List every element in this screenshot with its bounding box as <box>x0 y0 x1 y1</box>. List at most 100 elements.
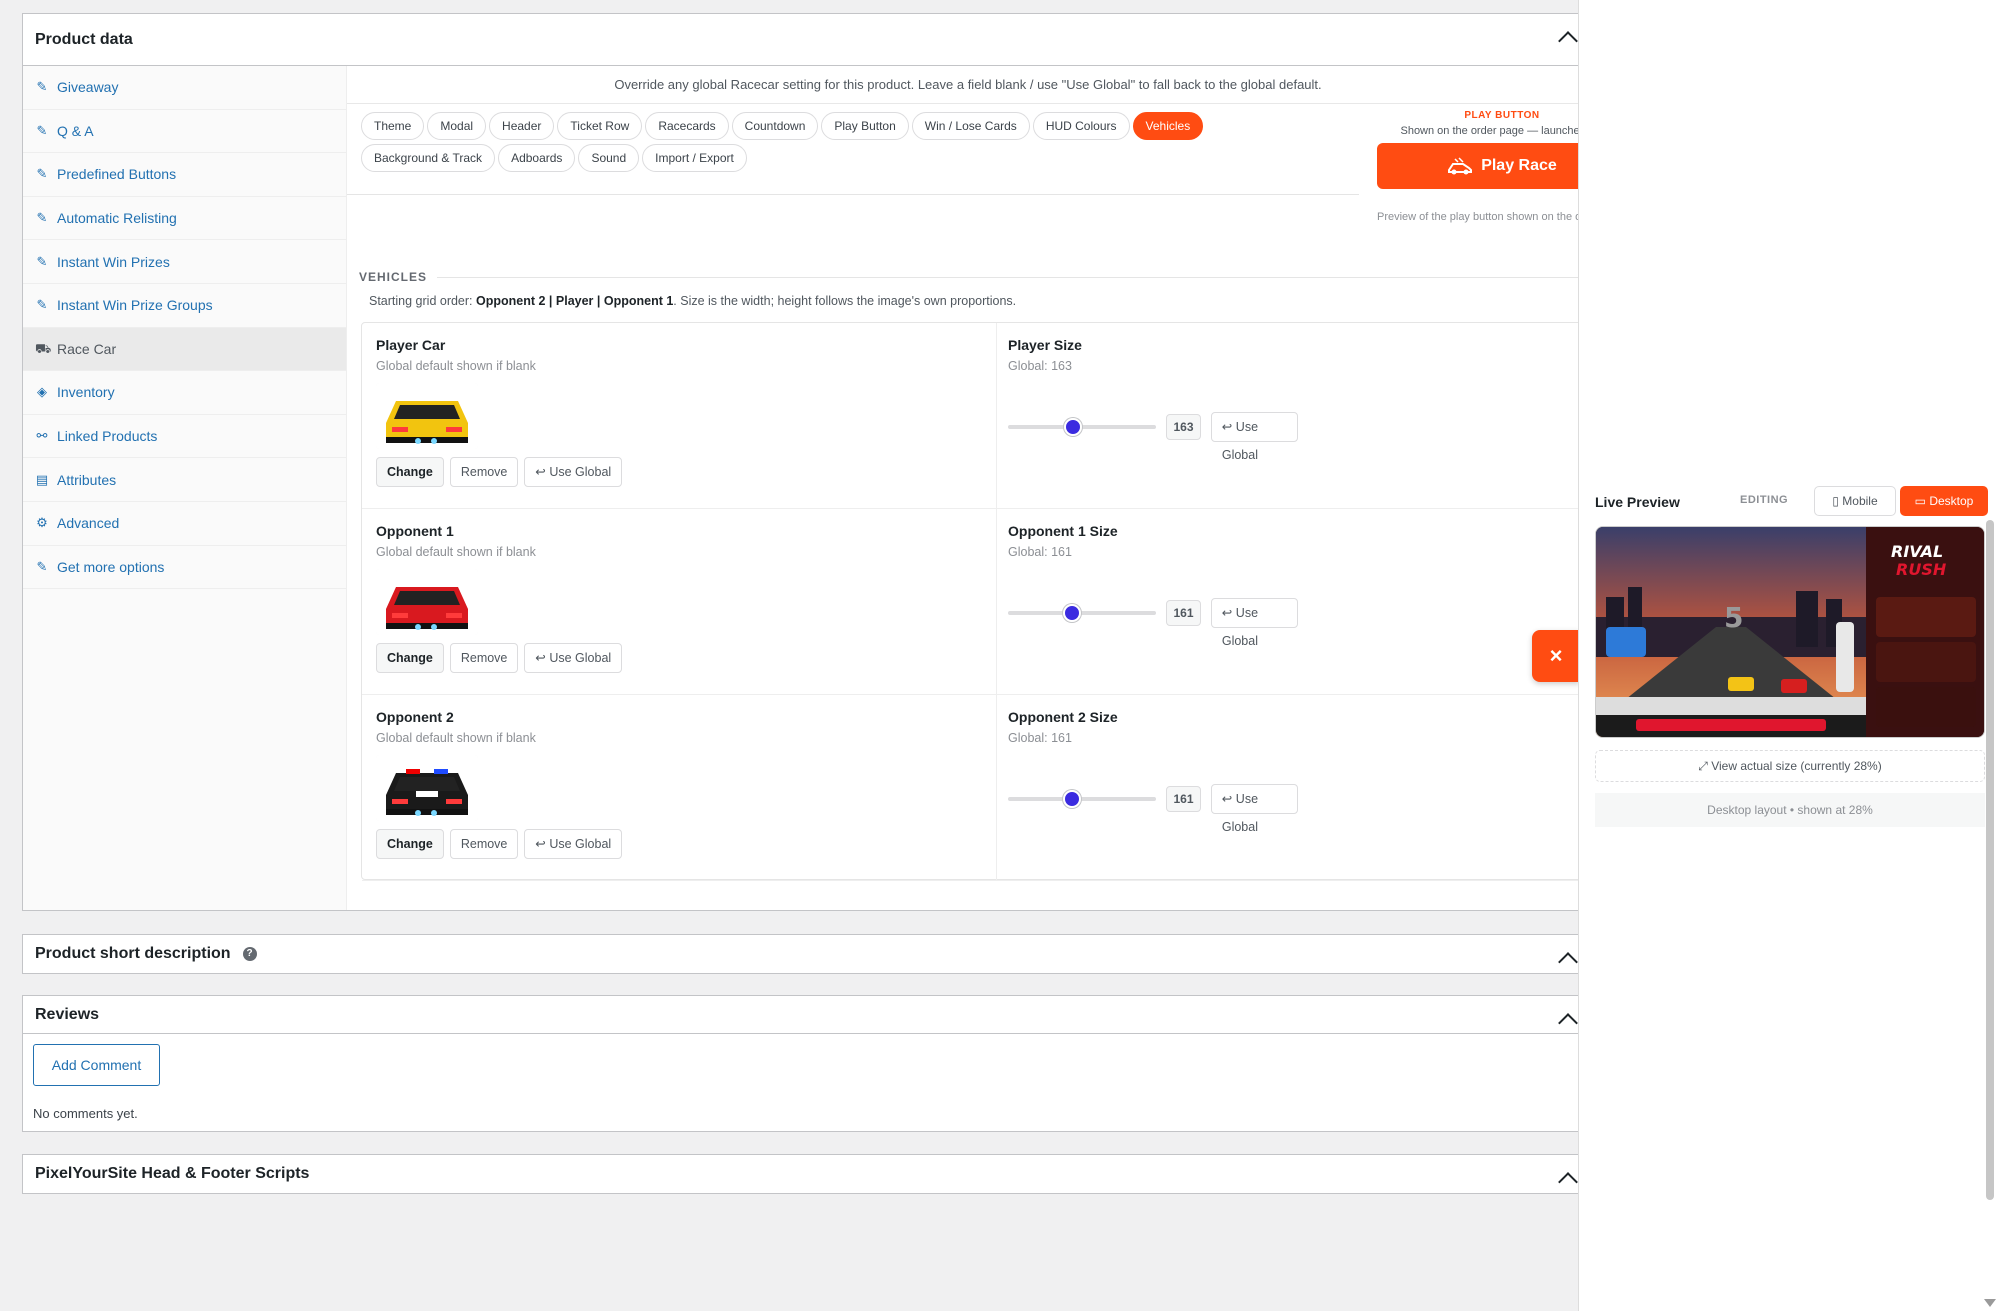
size-value[interactable]: 161 <box>1166 786 1201 812</box>
column-divider <box>996 323 997 508</box>
settings-tabs: Theme Modal Header Ticket Row Racecards Count… <box>361 112 1321 176</box>
size-global: Global: 161 <box>1008 731 1072 745</box>
sidebar-item-instant-win-prize-groups[interactable]: ✎ Instant Win Prize Groups <box>23 284 346 328</box>
scroll-down-icon[interactable] <box>1984 1299 1996 1307</box>
tab-vehicles[interactable]: Vehicles <box>1132 112 1204 140</box>
sidebar-item-label: Instant Win Prize Groups <box>57 297 213 314</box>
change-image-button[interactable]: Change <box>376 643 444 673</box>
change-image-button[interactable]: Change <box>376 829 444 859</box>
size-global: Global: 163 <box>1008 359 1072 373</box>
close-preview-button[interactable]: × <box>1532 630 1580 682</box>
remove-image-button[interactable]: Remove <box>449 643 519 673</box>
short-description-header[interactable]: Product short description ? <box>23 935 1589 973</box>
sidebar-item-giveaway[interactable]: ✎ Giveaway <box>23 66 346 110</box>
vehicle-label: Opponent 1 <box>376 523 454 539</box>
tab-ticket-row[interactable]: Ticket Row <box>557 112 643 140</box>
tab-racecards[interactable]: Racecards <box>645 112 729 140</box>
size-value[interactable]: 161 <box>1166 600 1201 626</box>
use-global-size-button[interactable]: ↩ Use Global <box>1210 598 1299 648</box>
slider-track[interactable] <box>1008 418 1157 436</box>
tab-modal[interactable]: Modal <box>427 112 487 140</box>
collapse-chevron-icon[interactable] <box>1558 31 1578 51</box>
slider-knob[interactable] <box>1062 790 1081 808</box>
use-global-size-button[interactable]: ↩ Use Global <box>1210 784 1299 834</box>
product-data-panel: Product data ✎ Giveaway ✎ Q & A ✎ Predefined … <box>22 13 1641 911</box>
sidebar-item-label: Race Car <box>57 340 117 357</box>
game-preview-image[interactable]: RIVAL RUSH 5 <box>1595 526 1985 738</box>
reviews-title: Reviews <box>35 1005 100 1023</box>
slider-track[interactable] <box>1008 790 1157 808</box>
prize-icon: ✎ <box>36 253 48 269</box>
sidebar-item-label: Inventory <box>57 384 115 401</box>
desktop-toggle[interactable]: ▭ Desktop <box>1900 486 1988 516</box>
tab-theme[interactable]: Theme <box>361 112 425 140</box>
tab-play-button[interactable]: Play Button <box>821 112 909 140</box>
sidebar-item-label: Giveaway <box>57 79 119 96</box>
section-divider <box>437 277 1637 278</box>
sidebar-item-get-more-options[interactable]: ✎ Get more options <box>23 546 346 590</box>
collapse-chevron-icon[interactable] <box>1558 952 1578 972</box>
vehicles-section-title: VEHICLES <box>359 270 428 284</box>
sidebar-item-predefined-buttons[interactable]: ✎ Predefined Buttons <box>23 153 346 197</box>
product-data-title: Product data <box>35 30 133 48</box>
tab-sound[interactable]: Sound <box>578 144 640 172</box>
sidebar-item-advanced[interactable]: ⚙ Advanced <box>23 502 346 546</box>
drawer-scrollbar[interactable] <box>1986 520 1994 1200</box>
use-global-size-button[interactable]: ↩ Use Global <box>1210 412 1299 462</box>
tab-win-lose-cards[interactable]: Win / Lose Cards <box>911 112 1030 140</box>
change-image-button[interactable]: Change <box>376 457 444 487</box>
inventory-icon: ◈ <box>37 384 47 400</box>
reviews-header[interactable]: Reviews <box>23 996 1589 1034</box>
collapse-chevron-icon[interactable] <box>1558 1172 1578 1192</box>
game-title-2: RUSH <box>1896 560 1947 579</box>
size-label: Opponent 2 Size <box>1008 709 1118 725</box>
size-slider: 161 ↩ Use Global <box>1008 784 1299 834</box>
mobile-toggle[interactable]: ▯ Mobile <box>1814 486 1896 516</box>
prize-group-icon: ✎ <box>36 297 48 313</box>
collapse-chevron-icon[interactable] <box>1558 1013 1578 1033</box>
size-label: Player Size <box>1008 337 1082 353</box>
attributes-icon: ▤ <box>35 471 49 487</box>
use-global-image-button[interactable]: ↩ Use Global <box>524 829 623 859</box>
tab-header[interactable]: Header <box>489 112 555 140</box>
size-value[interactable]: 163 <box>1166 414 1201 440</box>
view-actual-size-button[interactable]: ⤢ View actual size (currently 28%) <box>1595 750 1985 782</box>
sidebar-item-race-car[interactable]: ⛟ Race Car <box>23 327 346 372</box>
sidebar-item-label: Advanced <box>57 515 120 532</box>
sidebar-item-inventory[interactable]: ◈ Inventory <box>23 371 346 415</box>
column-divider <box>996 509 997 694</box>
size-global: Global: 161 <box>1008 545 1072 559</box>
use-global-image-button[interactable]: ↩ Use Global <box>524 457 623 487</box>
layout-note: Desktop layout • shown at 28% <box>1595 793 1985 827</box>
sidebar-item-automatic-relisting[interactable]: ✎ Automatic Relisting <box>23 197 346 241</box>
sidebar-item-q-a[interactable]: ✎ Q & A <box>23 110 346 154</box>
race-scene: RIVAL RUSH 5 <box>1596 527 1984 737</box>
vehicle-hint: Global default shown if blank <box>376 731 536 745</box>
remove-image-button[interactable]: Remove <box>449 829 519 859</box>
tab-countdown[interactable]: Countdown <box>731 112 819 140</box>
slider-knob[interactable] <box>1064 418 1083 436</box>
sidebar-item-instant-win-prizes[interactable]: ✎ Instant Win Prizes <box>23 240 346 284</box>
add-comment-button[interactable]: Add Comment <box>33 1044 160 1086</box>
pixelyoursite-header[interactable]: PixelYourSite Head & Footer Scripts <box>23 1155 1589 1193</box>
vehicle-row: Opponent 1 Global default shown if blank C… <box>362 509 1640 695</box>
slider-knob[interactable] <box>1062 604 1081 622</box>
live-preview-drawer: Live Preview EDITING ▯ Mobile ▭ Desktop … <box>1578 0 2000 1311</box>
relist-icon: ✎ <box>36 210 48 226</box>
short-description-title: Product short description <box>35 945 231 962</box>
slider-track[interactable] <box>1008 604 1157 622</box>
sidebar-item-linked-products[interactable]: ⚯ Linked Products <box>23 415 346 459</box>
help-icon[interactable]: ? <box>242 947 257 961</box>
sidebar-item-attributes[interactable]: ▤ Attributes <box>23 458 346 502</box>
buttons-icon: ✎ <box>36 166 48 182</box>
use-global-image-button[interactable]: ↩ Use Global <box>524 643 623 673</box>
size-slider: 161 ↩ Use Global <box>1008 598 1299 648</box>
tab-import-export[interactable]: Import / Export <box>642 144 747 172</box>
tab-hud-colours[interactable]: HUD Colours <box>1032 112 1130 140</box>
tab-background-track[interactable]: Background & Track <box>361 144 496 172</box>
sidebar-item-label: Linked Products <box>57 428 158 445</box>
race-car-icon: ⛟ <box>35 340 52 356</box>
remove-image-button[interactable]: Remove <box>449 457 519 487</box>
tab-adboards[interactable]: Adboards <box>498 144 576 172</box>
product-data-header[interactable]: Product data <box>23 14 1589 66</box>
